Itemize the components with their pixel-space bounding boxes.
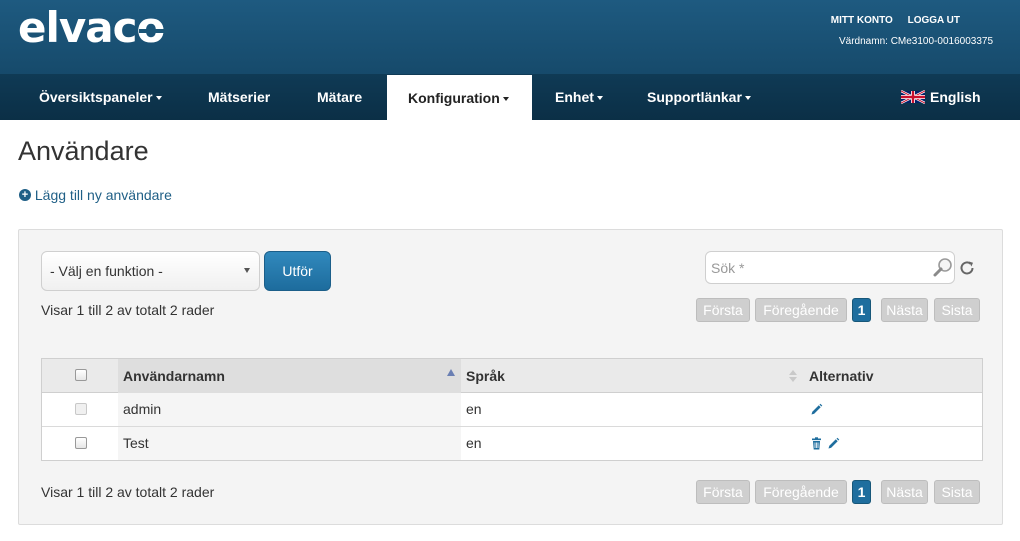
cell-language: en [466,401,482,417]
row-checkbox-disabled [75,403,87,415]
cell-username: admin [118,393,461,426]
chevron-down-icon [744,96,751,101]
select-all-checkbox[interactable] [75,369,87,381]
table-header: Användarnamn Språk Alternativ [42,359,982,393]
uk-flag-icon [901,89,925,104]
pagination-last[interactable]: Sista [934,298,980,322]
pagination-next[interactable]: Nästa [881,480,928,504]
pagination-top: Första Föregående 1 Nästa Sista [696,298,981,322]
run-button[interactable]: Utför [264,251,331,291]
account-links: MITT KONTO LOGGA UT [819,15,960,26]
column-header-options: Alternativ [809,368,874,384]
users-table: Användarnamn Språk Alternativ admin en T… [41,358,983,461]
plus-circle-icon: + [19,188,31,201]
hostname-label: Värdnamn: CMe3100-0016003375 [839,36,993,47]
pagination-last[interactable]: Sista [934,480,980,504]
nav-item-oversiktspaneler[interactable]: Översiktspaneler [39,74,162,120]
table-row: Test en [42,427,982,460]
nav-item-enhet[interactable]: Enhet [555,74,603,120]
column-header-username[interactable]: Användarnamn [118,359,461,393]
refresh-icon[interactable] [958,259,976,277]
page-title: Användare [18,136,149,166]
elvaco-logo[interactable]: elvaco [18,6,169,50]
pagination-next[interactable]: Nästa [881,298,928,322]
chevron-down-icon [596,96,603,101]
rows-info-top: Visar 1 till 2 av totalt 2 rader [41,302,215,318]
function-select[interactable]: - Välj en funktion - [41,251,260,291]
add-user-link[interactable]: + Lägg till ny användare [19,187,172,203]
pagination-current[interactable]: 1 [852,298,871,322]
row-checkbox[interactable] [75,437,87,449]
nav-item-matare[interactable]: Mätare [317,74,362,120]
sort-unsorted-icon [789,370,797,382]
chevron-down-icon [502,97,509,102]
nav-item-konfiguration[interactable]: Konfiguration [387,75,532,120]
nav-item-matserier[interactable]: Mätserier [208,74,270,120]
pagination-previous[interactable]: Föregående [755,298,847,322]
dropdown-arrow-icon [244,268,250,273]
pagination-current[interactable]: 1 [852,480,871,504]
sort-ascending-icon [447,369,455,376]
logout-link[interactable]: LOGGA UT [908,15,960,26]
my-account-link[interactable]: MITT KONTO [831,15,893,26]
search-input[interactable] [705,251,955,284]
chevron-down-icon [155,96,162,101]
pagination-bottom: Första Föregående 1 Nästa Sista [696,480,981,504]
trash-icon[interactable] [810,437,823,450]
rows-info-bottom: Visar 1 till 2 av totalt 2 rader [41,484,215,500]
table-row: admin en [42,393,982,427]
pagination-first[interactable]: Första [696,298,750,322]
cell-username: Test [118,427,461,460]
edit-pencil-icon[interactable] [827,437,840,450]
main-nav: Översiktspaneler Mätserier Mätare Konfig… [0,74,1020,120]
pagination-first[interactable]: Första [696,480,750,504]
language-switch[interactable]: English [901,74,981,120]
cell-language: en [466,435,482,451]
app-header: elvaco MITT KONTO LOGGA UT Värdnamn: CMe… [0,0,1020,74]
search-icon[interactable] [931,255,955,279]
users-panel: - Välj en funktion - Utför Visar 1 till … [18,229,1003,525]
nav-item-supportlankar[interactable]: Supportlänkar [647,74,751,120]
pagination-previous[interactable]: Föregående [755,480,847,504]
column-header-language[interactable]: Språk [461,359,804,393]
edit-pencil-icon[interactable] [810,403,823,416]
